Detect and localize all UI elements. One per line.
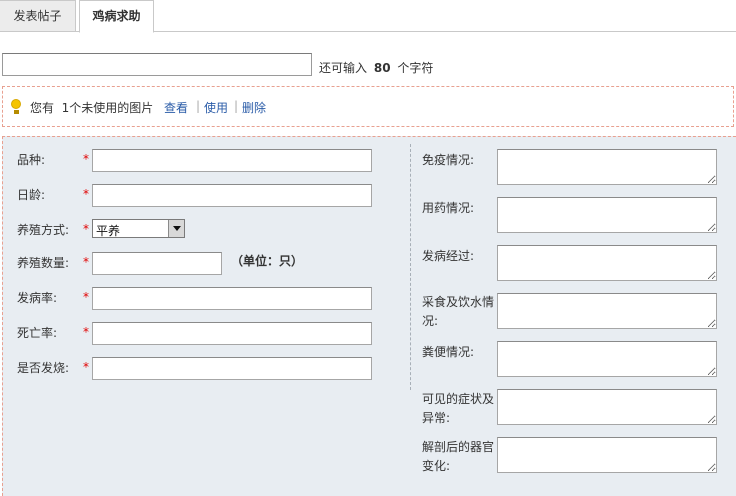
age-label: 日龄: bbox=[17, 188, 46, 202]
lightbulb-icon-base bbox=[14, 110, 19, 114]
required-mark: * bbox=[83, 187, 89, 201]
char-count-hint: 还可输入 80 个字符 bbox=[319, 59, 433, 76]
symptoms-textarea[interactable] bbox=[497, 389, 717, 425]
disease-course-textarea[interactable] bbox=[497, 245, 717, 281]
link-separator: | bbox=[196, 99, 201, 113]
chevron-down-icon bbox=[173, 226, 181, 231]
notice-count-text: 1个未使用的图片 bbox=[61, 101, 154, 115]
required-mark: * bbox=[83, 325, 89, 339]
column-divider bbox=[410, 144, 411, 390]
required-mark: * bbox=[83, 255, 89, 269]
flock-size-input[interactable] bbox=[92, 252, 222, 275]
breed-input[interactable] bbox=[92, 149, 372, 172]
farming-method-value: 平养 bbox=[96, 224, 121, 238]
required-mark: * bbox=[83, 222, 89, 236]
medication-label: 用药情况: bbox=[422, 201, 475, 215]
farming-method-select[interactable]: 平养 bbox=[92, 219, 185, 238]
unused-image-notice: 您有 1个未使用的图片 查看 | 使用 | 删除 bbox=[2, 86, 734, 127]
symptoms-label-line2: 异常: bbox=[422, 411, 451, 425]
medication-textarea[interactable] bbox=[497, 197, 717, 233]
notice-prefix: 您有 bbox=[30, 101, 55, 115]
fever-input[interactable] bbox=[92, 357, 372, 380]
title-input[interactable] bbox=[2, 53, 312, 76]
mortality-input[interactable] bbox=[92, 322, 372, 345]
tab-chicken-disease-help[interactable]: 鸡病求助 bbox=[79, 0, 154, 33]
mortality-label: 死亡率: bbox=[17, 326, 58, 340]
flock-size-unit: （单位：只） bbox=[231, 254, 304, 268]
char-hint-prefix: 还可输入 bbox=[319, 61, 368, 75]
tab-post-thread[interactable]: 发表帖子 bbox=[0, 0, 76, 32]
necropsy-textarea[interactable] bbox=[497, 437, 717, 473]
char-remaining-count: 80 bbox=[373, 61, 391, 75]
symptoms-label-line1: 可见的症状及 bbox=[422, 392, 495, 406]
required-mark: * bbox=[83, 360, 89, 374]
feces-textarea[interactable] bbox=[497, 341, 717, 377]
flock-size-label: 养殖数量: bbox=[17, 256, 70, 270]
immunization-textarea[interactable] bbox=[497, 149, 717, 185]
link-separator: | bbox=[234, 99, 239, 113]
feeding-drinking-label-line1: 采食及饮水情 bbox=[422, 295, 495, 309]
necropsy-label-line2: 变化: bbox=[422, 459, 451, 473]
dropdown-button[interactable] bbox=[168, 220, 184, 237]
required-mark: * bbox=[83, 152, 89, 166]
use-images-link[interactable]: 使用 bbox=[204, 99, 228, 116]
tab-bar: 发表帖子 鸡病求助 bbox=[0, 0, 736, 33]
farming-method-label: 养殖方式: bbox=[17, 223, 70, 237]
delete-images-link[interactable]: 删除 bbox=[242, 99, 266, 116]
feeding-drinking-label-line2: 况: bbox=[422, 314, 439, 328]
required-mark: * bbox=[83, 290, 89, 304]
char-hint-suffix: 个字符 bbox=[397, 61, 434, 75]
feces-label: 粪便情况: bbox=[422, 345, 475, 359]
age-input[interactable] bbox=[92, 184, 372, 207]
lightbulb-icon bbox=[11, 99, 21, 109]
fever-label: 是否发烧: bbox=[17, 361, 70, 375]
morbidity-input[interactable] bbox=[92, 287, 372, 310]
breed-label: 品种: bbox=[17, 153, 46, 167]
disease-course-label: 发病经过: bbox=[422, 249, 475, 263]
notice-text: 您有 1个未使用的图片 bbox=[30, 99, 153, 116]
necropsy-label-line1: 解剖后的器官 bbox=[422, 440, 495, 454]
morbidity-label: 发病率: bbox=[17, 291, 58, 305]
view-images-link[interactable]: 查看 bbox=[164, 99, 188, 116]
immunization-label: 免疫情况: bbox=[422, 153, 475, 167]
feeding-drinking-textarea[interactable] bbox=[497, 293, 717, 329]
